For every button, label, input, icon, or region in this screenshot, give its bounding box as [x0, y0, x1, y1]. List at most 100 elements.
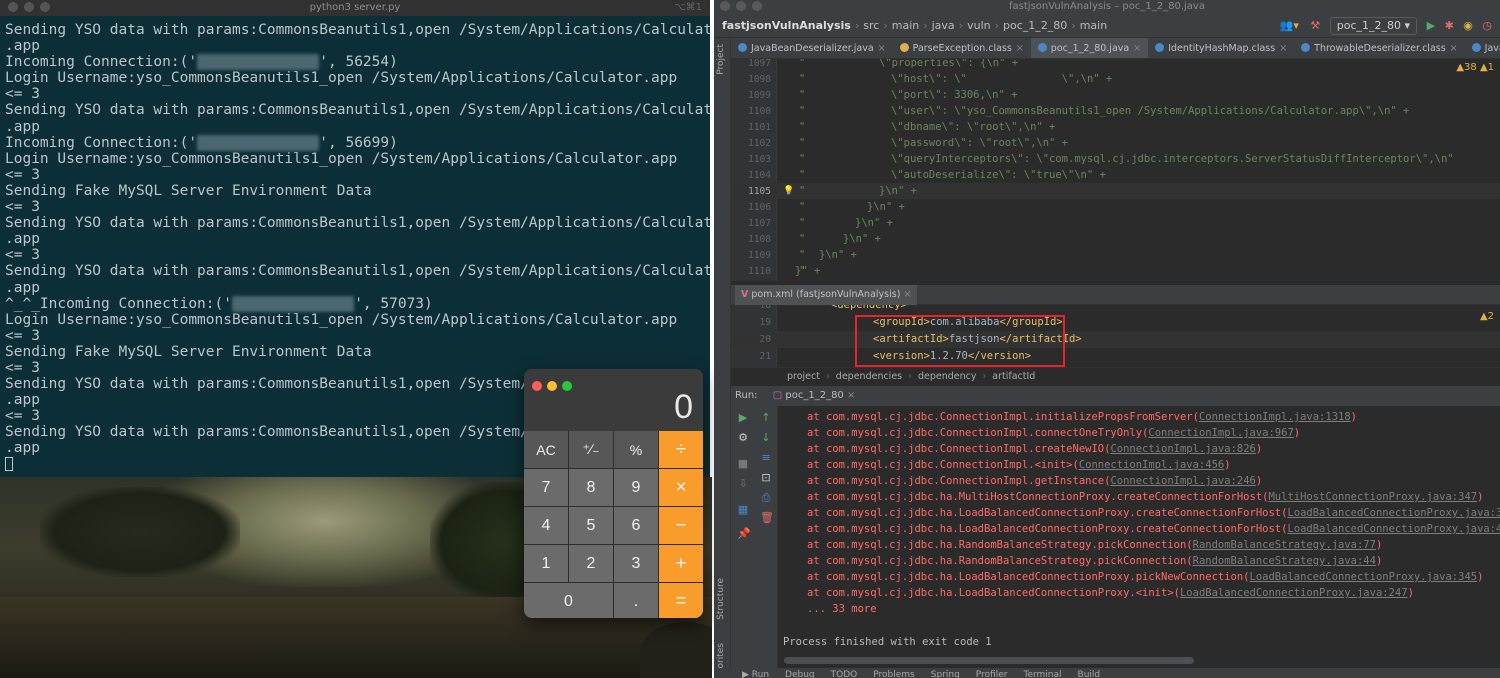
crumb-item[interactable]: artifactId: [992, 371, 1035, 382]
tool-window-button[interactable]: Terminal: [1023, 670, 1061, 678]
crumb-item[interactable]: dependencies: [836, 371, 902, 382]
breadcrumb-item[interactable]: vuln: [967, 19, 991, 32]
source-link[interactable]: LoadBalancedConnectionProxy.java:446: [1287, 523, 1500, 535]
minimize-icon[interactable]: [547, 381, 557, 391]
tool-window-button[interactable]: TODO: [831, 670, 858, 678]
tool-window-button[interactable]: ▶ Run: [742, 670, 769, 678]
breadcrumb-item[interactable]: main: [892, 19, 919, 32]
calc-key-5[interactable]: 7: [524, 469, 568, 506]
breadcrumb-item[interactable]: fastjsonVulnAnalysis: [722, 19, 851, 32]
source-link[interactable]: ConnectionImpl.java:1318: [1199, 411, 1351, 423]
editor-tab[interactable]: JavaBeanDeserializer.cla×: [1465, 38, 1500, 58]
crumb-item[interactable]: project: [787, 371, 820, 382]
calc-key-1[interactable]: AC: [524, 431, 568, 468]
window-controls[interactable]: [8, 2, 56, 18]
zoom-icon[interactable]: [562, 381, 572, 391]
down-arrow-icon[interactable]: ↓: [760, 432, 772, 444]
source-link[interactable]: MultiHostConnectionProxy.java:347: [1268, 491, 1477, 503]
tool-window-button[interactable]: Problems: [873, 670, 914, 678]
calc-key-3[interactable]: %: [614, 431, 658, 468]
run-configuration-select[interactable]: poc_1_2_80 ▾: [1329, 17, 1418, 35]
editor-tab[interactable]: IdentityHashMap.class ×: [1148, 38, 1294, 58]
dump-threads-icon[interactable]: ⇩: [737, 478, 749, 490]
hammer-icon[interactable]: ⚒: [1310, 14, 1320, 38]
calc-key-10[interactable]: 5: [569, 507, 613, 544]
close-icon[interactable]: [532, 381, 542, 391]
settings-icon[interactable]: ⚙: [737, 432, 749, 444]
structure-tool-button[interactable]: Structure: [716, 578, 726, 620]
breadcrumb-item[interactable]: main: [1080, 19, 1107, 32]
close-icon[interactable]: ×: [1279, 43, 1287, 54]
stop-icon[interactable]: ■: [737, 458, 749, 470]
tool-window-button[interactable]: Spring: [931, 670, 960, 678]
profiler-icon[interactable]: ◷: [1482, 14, 1492, 38]
project-tool-button[interactable]: Project: [716, 44, 726, 75]
coverage-icon[interactable]: ◉: [1463, 14, 1473, 38]
calc-key-19[interactable]: =: [659, 583, 703, 618]
close-icon[interactable]: ×: [1133, 43, 1141, 54]
calc-key-18[interactable]: .: [614, 583, 658, 618]
soft-wrap-icon[interactable]: ≡: [760, 452, 772, 464]
calc-key-12[interactable]: −: [659, 507, 703, 544]
pom-editor[interactable]: 18 <dependency> 19 <groupId>com.alibaba</gr…: [731, 305, 1500, 367]
code-editor[interactable]: 1097 " \"properties\": {\n" +1098 " \"host\"…: [731, 59, 1500, 281]
calc-key-4[interactable]: ÷: [659, 431, 703, 468]
tool-window-button[interactable]: Profiler: [976, 670, 1008, 678]
close-icon[interactable]: ×: [878, 43, 886, 54]
source-link[interactable]: RandomBalanceStrategy.java:77: [1193, 539, 1376, 551]
tool-window-button[interactable]: Debug: [785, 670, 815, 678]
editor-tab[interactable]: poc_1_2_80.java ×: [1030, 38, 1149, 58]
calc-key-14[interactable]: 2: [569, 545, 613, 582]
breadcrumb-item[interactable]: src: [863, 19, 879, 32]
source-link[interactable]: LoadBalancedConnectionProxy.java:247: [1180, 587, 1408, 599]
horizontal-scrollbar[interactable]: [784, 657, 1194, 664]
source-link[interactable]: LoadBalancedConnectionProxy.java:399: [1287, 507, 1500, 519]
source-link[interactable]: LoadBalancedConnectionProxy.java:345: [1250, 571, 1478, 583]
calc-key-7[interactable]: 9: [614, 469, 658, 506]
calc-key-2[interactable]: ⁺∕₋: [569, 431, 613, 468]
source-link[interactable]: ConnectionImpl.java:456: [1079, 459, 1224, 471]
window-controls[interactable]: [532, 376, 577, 395]
breadcrumb-item[interactable]: java: [932, 19, 955, 32]
user-icon[interactable]: 👥▾: [1280, 14, 1299, 38]
breadcrumb-item[interactable]: poc_1_2_80: [1003, 19, 1067, 32]
calc-key-15[interactable]: 3: [614, 545, 658, 582]
source-link[interactable]: ConnectionImpl.java:826: [1110, 443, 1255, 455]
calc-key-11[interactable]: 6: [614, 507, 658, 544]
pin-icon[interactable]: 📌: [737, 528, 751, 540]
source-link[interactable]: ConnectionImpl.java:246: [1110, 475, 1255, 487]
up-arrow-icon[interactable]: ↑: [760, 412, 772, 424]
bottom-tool-bar: ▶ Run Debug TODO Problems Spring Profiler Term…: [714, 668, 1500, 678]
editor-tab[interactable]: JavaBeanDeserializer.java ×: [731, 38, 893, 58]
run-icon[interactable]: ▶: [1427, 14, 1435, 38]
calc-key-8[interactable]: ×: [659, 469, 703, 506]
pom-warnings[interactable]: ▲2: [1480, 311, 1494, 322]
editor-tab[interactable]: ParseException.class ×: [893, 38, 1031, 58]
layout-icon[interactable]: ▦: [737, 504, 749, 516]
calc-key-17[interactable]: 0: [524, 583, 613, 618]
close-icon[interactable]: ×: [1450, 43, 1458, 54]
calc-key-16[interactable]: +: [659, 545, 703, 582]
trash-icon[interactable]: 🗑: [760, 512, 774, 524]
scroll-end-icon[interactable]: ⊡: [760, 472, 772, 484]
source-link[interactable]: RandomBalanceStrategy.java:44: [1193, 555, 1376, 567]
print-icon[interactable]: ⎙: [760, 492, 772, 504]
calc-key-9[interactable]: 4: [524, 507, 568, 544]
terminal-text: <= 3: [5, 327, 40, 344]
close-icon[interactable]: ×: [1016, 43, 1024, 54]
calc-key-6[interactable]: 8: [569, 469, 613, 506]
rerun-icon[interactable]: ▶: [737, 412, 749, 424]
debug-icon[interactable]: ✱: [1445, 14, 1454, 38]
editor-tab[interactable]: ThrowableDeserializer.class ×: [1294, 38, 1464, 58]
console-output[interactable]: at com.mysql.cj.jdbc.ConnectionImpl.init…: [778, 406, 1500, 656]
crumb-item[interactable]: dependency: [918, 371, 977, 382]
calculator-window[interactable]: 0 AC ⁺∕₋% ÷ 7 8 9 × 4 5 6− 1 2 3 +0. =: [524, 369, 703, 618]
calc-key-13[interactable]: 1: [524, 545, 568, 582]
inspection-warnings[interactable]: ▲38 ▲1: [1456, 62, 1494, 73]
lightbulb-icon[interactable]: 💡: [783, 183, 794, 199]
tab-pom-xml[interactable]: V pom.xml (fastjsonVulnAnalysis) ×: [735, 285, 918, 307]
tool-window-button[interactable]: Build: [1078, 670, 1101, 678]
source-link[interactable]: ConnectionImpl.java:967: [1148, 427, 1293, 439]
tab-run-config[interactable]: ▢ poc_1_2_80 ×: [766, 386, 862, 408]
breadcrumb[interactable]: fastjsonVulnAnalysis › src › main › java › vuln ›…: [722, 19, 1107, 32]
